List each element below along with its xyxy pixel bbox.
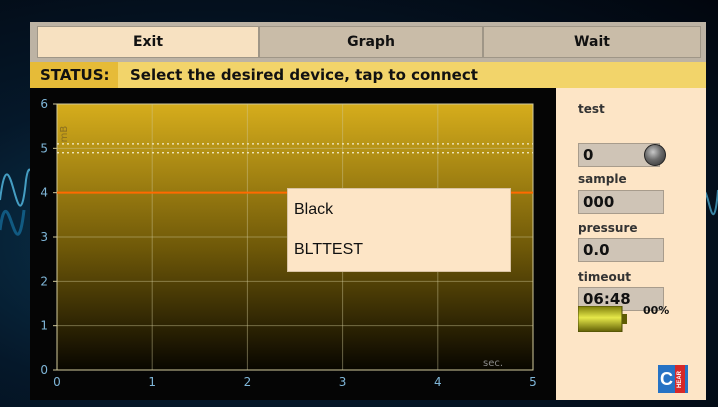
device-item-blttest[interactable]: BLTTEST (294, 241, 363, 259)
battery-icon (578, 306, 627, 332)
battery-percent: 00% (643, 304, 670, 317)
tab-graph[interactable]: Graph (259, 26, 483, 58)
x-tick-label: 3 (339, 375, 347, 389)
pressure-label: pressure (578, 221, 638, 235)
y-tick-label: 2 (40, 274, 48, 288)
sample-value: 000 (578, 190, 664, 214)
readout-panel: test 0 sample 000 pressure 0.0 timeout 0… (556, 88, 706, 400)
y-tick-label: 4 (40, 186, 48, 200)
status-label: STATUS: (30, 62, 118, 88)
y-tick-label: 6 (40, 97, 48, 111)
y-tick-label: 3 (40, 230, 48, 244)
tab-bar: Exit Graph Wait (30, 22, 706, 62)
x-tick-label: 1 (148, 375, 156, 389)
x-tick-label: 0 (53, 375, 61, 389)
tab-exit[interactable]: Exit (37, 26, 259, 58)
c-hear-logo: C HEAR (658, 365, 688, 393)
sample-label: sample (578, 172, 627, 186)
y-tick-label: 5 (40, 141, 48, 155)
pressure-value: 0.0 (578, 238, 664, 262)
app-window: Exit Graph Wait STATUS: Select the desir… (30, 22, 706, 400)
x-tick-label: 2 (244, 375, 252, 389)
test-label: test (578, 102, 605, 116)
x-tick-label: 5 (529, 375, 537, 389)
y-axis-label: mB (59, 126, 70, 143)
y-tick-label: 1 (40, 319, 48, 333)
device-item-black[interactable]: Black (294, 201, 333, 219)
x-axis-label: sec. (483, 358, 503, 369)
timeout-label: timeout (578, 270, 632, 284)
status-message: Select the desired device, tap to connec… (130, 66, 478, 84)
test-toggle-knob[interactable] (644, 144, 666, 166)
x-tick-label: 4 (434, 375, 442, 389)
device-list-popup: Black BLTTEST (287, 188, 511, 272)
y-tick-label: 0 (40, 363, 48, 377)
tab-wait[interactable]: Wait (483, 26, 701, 58)
status-bar: STATUS: Select the desired device, tap t… (30, 62, 706, 88)
